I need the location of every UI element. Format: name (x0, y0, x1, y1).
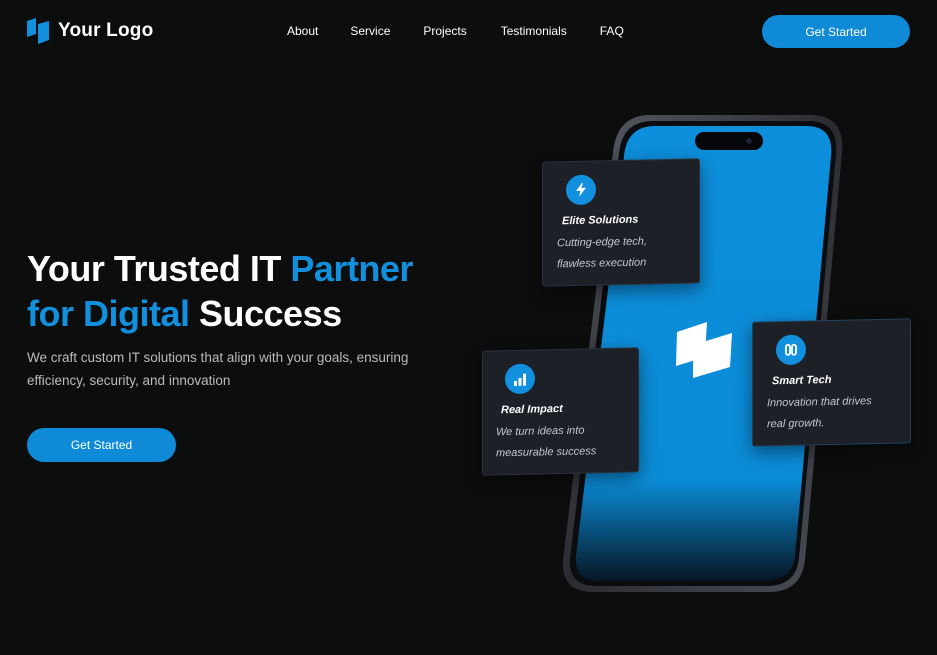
logo-text: Your Logo (58, 20, 154, 41)
card-desc-line: Innovation that drives (767, 395, 872, 410)
card-desc-line: flawless execution (557, 256, 647, 271)
logo[interactable]: Your Logo (27, 18, 153, 44)
card-desc-line: real growth. (767, 417, 825, 431)
card-title: Smart Tech (772, 373, 832, 388)
card-real-impact: Real Impact We turn ideas into measurabl… (482, 347, 639, 476)
nav-link-service[interactable]: Service (350, 24, 390, 38)
card-description: Innovation that drives real growth. (767, 390, 917, 435)
headline-text-1: Your Trusted IT (27, 248, 291, 289)
card-title: Real Impact (501, 402, 563, 417)
main-nav: About Service Projects Testimonials FAQ (287, 24, 624, 38)
card-desc-line: Cutting-edge tech, (557, 235, 647, 250)
nav-link-faq[interactable]: FAQ (600, 24, 624, 38)
headline-text-2: Success (189, 293, 342, 334)
card-smart-tech: Smart Tech Innovation that drives real g… (752, 318, 911, 447)
nav-link-testimonials[interactable]: Testimonials (501, 24, 567, 38)
nav-link-projects[interactable]: Projects (423, 24, 466, 38)
card-desc-line: We turn ideas into (496, 424, 585, 439)
lightning-icon (566, 174, 596, 206)
card-title: Elite Solutions (562, 213, 639, 228)
card-description: We turn ideas into measurable success (496, 419, 646, 464)
hero-get-started-button[interactable]: Get Started (27, 428, 176, 462)
headline-accent-2: for Digital (27, 293, 190, 334)
logo-mark-icon (27, 18, 49, 44)
headline-accent-1: Partner (290, 248, 413, 289)
card-desc-line: measurable success (496, 445, 597, 460)
hero-subtext: We craft custom IT solutions that align … (27, 350, 409, 388)
card-elite-solutions: Elite Solutions Cutting-edge tech, flawl… (542, 158, 700, 287)
card-description: Cutting-edge tech, flawless execution (557, 230, 707, 275)
code-icon (776, 334, 806, 366)
bar-chart-icon (505, 363, 535, 395)
nav-link-about[interactable]: About (287, 24, 318, 38)
header-get-started-button[interactable]: Get Started (762, 15, 910, 48)
hero-headline: Your Trusted IT Partner for Digital Succ… (27, 246, 497, 336)
